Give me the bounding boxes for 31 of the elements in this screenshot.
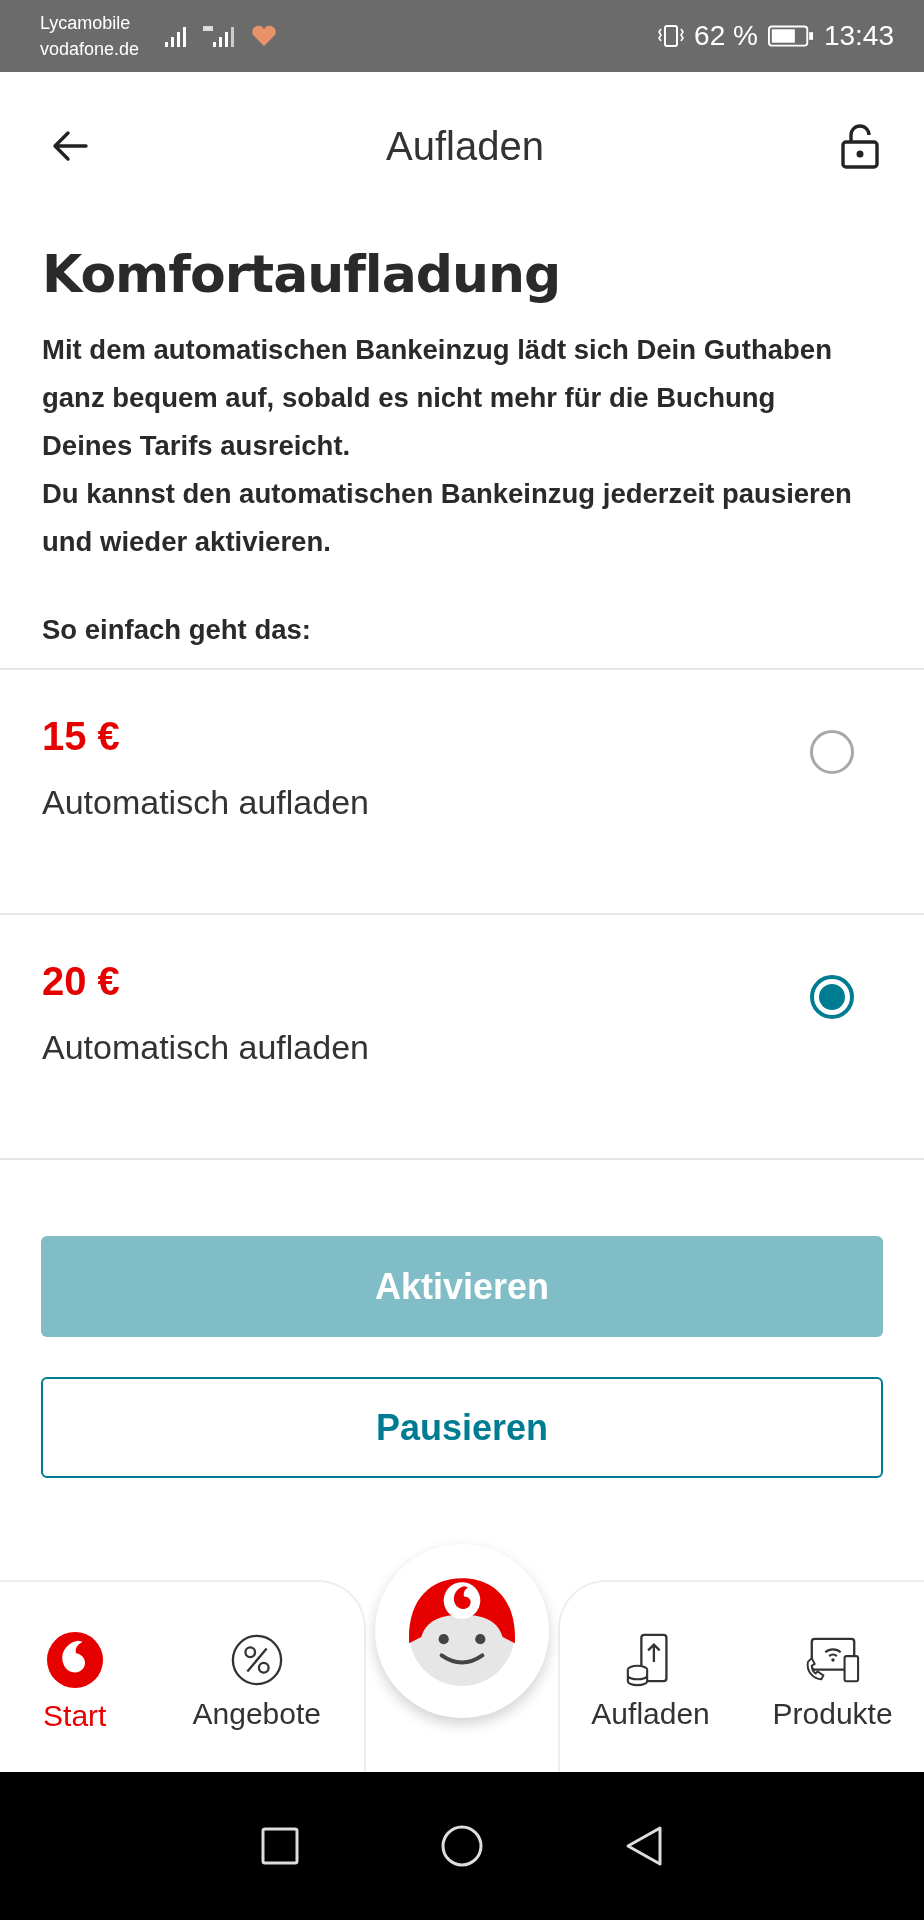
description-text: Mit dem automatischen Bankeinzug lädt sich Dein Guthaben ganz bequem auf, sobald es nicht mehr für die Buchung Deines Tarifs ausreicht.	[42, 333, 833, 463]
amount-option[interactable]: 20 € Automatisch aufladen	[0, 915, 924, 1160]
section-heading: Komfortaufladung	[42, 244, 562, 304]
back-icon[interactable]	[624, 1824, 664, 1868]
radio-button[interactable]	[810, 975, 854, 1019]
description-text: Du kannst den automatischen Bankeinzug jederzeit pausieren und wieder aktivieren.	[42, 477, 853, 559]
nav-tab[interactable]: Aufladen	[591, 1623, 710, 1731]
lock-icon[interactable]	[840, 123, 880, 169]
steps-label: So einfach geht das:	[42, 614, 312, 647]
carrier-name: Lycamobile	[40, 12, 132, 35]
battery-percent: 62 %	[694, 20, 758, 52]
heart-icon	[251, 25, 278, 47]
option-label: Automatisch aufladen	[42, 1028, 369, 1067]
nav-tab[interactable]: Produkte	[772, 1623, 893, 1731]
battery-icon	[767, 24, 814, 48]
radio-button[interactable]	[810, 730, 854, 774]
carrier-name: vodafone.de	[40, 38, 140, 61]
nav-tab[interactable]: Start	[43, 1621, 107, 1733]
option-label: Automatisch aufladen	[42, 783, 369, 822]
page-title: Aufladen	[386, 123, 544, 169]
pause-button[interactable]: Pausieren	[41, 1377, 883, 1478]
amount-option[interactable]: 15 € Automatisch aufladen	[0, 670, 924, 915]
recent-apps-icon[interactable]	[260, 1826, 300, 1866]
amount-text: 15 €	[42, 714, 121, 759]
clock-time: 13:43	[823, 20, 894, 52]
home-icon[interactable]	[440, 1824, 484, 1868]
amount-text: 20 €	[42, 959, 121, 1004]
vibrate-icon	[658, 23, 685, 49]
nav-tab[interactable]: Angebote	[192, 1623, 321, 1731]
logo-icon	[45, 1631, 104, 1689]
percent-icon	[229, 1633, 284, 1687]
